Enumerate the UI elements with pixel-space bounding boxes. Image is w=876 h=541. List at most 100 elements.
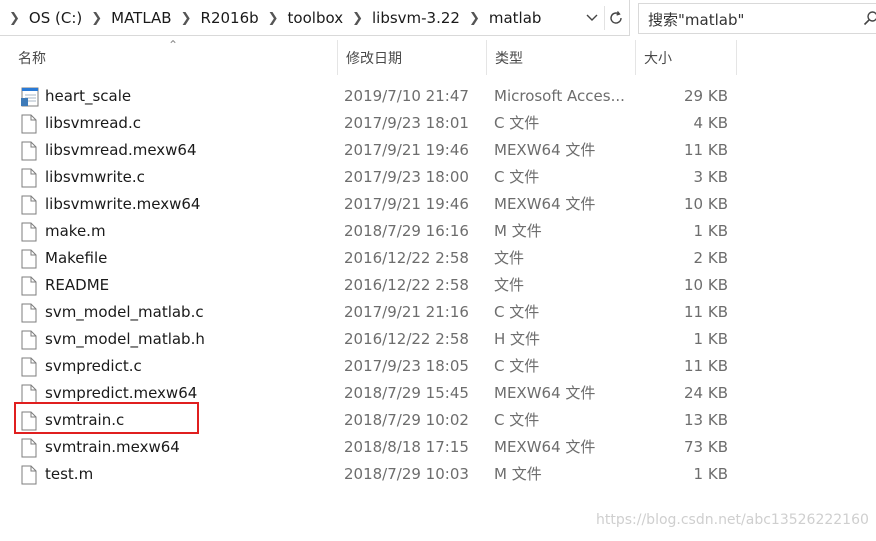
file-name: libsvmwrite.mexw64 — [45, 195, 201, 213]
chevron-right-icon[interactable]: ❯ — [172, 11, 201, 26]
file-row[interactable]: libsvmwrite.mexw64 2017/9/21 19:46 MEXW6… — [0, 191, 876, 218]
column-header-type[interactable]: 类型 — [487, 40, 636, 75]
file-row[interactable]: libsvmread.mexw64 2017/9/21 19:46 MEXW64… — [0, 137, 876, 164]
chevron-right-icon[interactable]: ❯ — [259, 11, 288, 26]
breadcrumb-r2016b[interactable]: R2016b — [201, 9, 259, 27]
file-icon — [21, 465, 37, 485]
file-row[interactable]: svm_model_matlab.c 2017/9/21 21:16 C 文件 … — [0, 299, 876, 326]
file-row[interactable]: svm_model_matlab.h 2016/12/22 2:58 H 文件 … — [0, 326, 876, 353]
file-size: 2 KB — [693, 249, 728, 267]
file-type: C 文件 — [494, 168, 540, 186]
file-icon — [21, 141, 37, 161]
refresh-icon — [610, 11, 622, 24]
file-icon — [21, 276, 37, 296]
file-name: Makefile — [45, 249, 108, 267]
file-name: libsvmread.mexw64 — [45, 141, 197, 159]
file-row[interactable]: svmtrain.mexw64 2018/8/18 17:15 MEXW64 文… — [0, 434, 876, 461]
chevron-right-icon[interactable]: ❯ — [343, 11, 372, 26]
file-size: 24 KB — [684, 384, 728, 402]
chevron-down-icon — [586, 14, 598, 21]
breadcrumb-matlab-root[interactable]: MATLAB — [111, 9, 171, 27]
file-type: M 文件 — [494, 222, 542, 240]
file-size: 10 KB — [684, 195, 728, 213]
file-icon — [21, 384, 37, 404]
breadcrumb-matlab[interactable]: matlab — [489, 9, 542, 27]
file-icon — [21, 330, 37, 350]
file-type: Microsoft Acces... — [494, 87, 625, 105]
column-header-name[interactable]: 名称 — [10, 40, 338, 75]
file-date: 2018/7/29 10:03 — [344, 465, 469, 483]
refresh-button[interactable] — [604, 6, 627, 30]
file-size: 13 KB — [684, 411, 728, 429]
file-date: 2019/7/10 21:47 — [344, 87, 469, 105]
column-header-row: ⌃ 名称 修改日期 类型 大小 — [0, 38, 876, 75]
chevron-right-icon[interactable]: ❯ — [460, 11, 489, 26]
file-size: 29 KB — [684, 87, 728, 105]
column-header-size[interactable]: 大小 — [636, 40, 737, 75]
file-row[interactable]: make.m 2018/7/29 16:16 M 文件 1 KB — [0, 218, 876, 245]
file-size: 11 KB — [684, 357, 728, 375]
file-icon — [21, 249, 37, 269]
file-date: 2017/9/21 19:46 — [344, 195, 469, 213]
file-name: test.m — [45, 465, 94, 483]
file-date: 2018/7/29 10:02 — [344, 411, 469, 429]
file-icon — [21, 114, 37, 134]
file-date: 2017/9/23 18:01 — [344, 114, 469, 132]
file-date: 2017/9/21 21:16 — [344, 303, 469, 321]
file-row[interactable]: Makefile 2016/12/22 2:58 文件 2 KB — [0, 245, 876, 272]
file-name: libsvmread.c — [45, 114, 141, 132]
column-header-date[interactable]: 修改日期 — [338, 40, 487, 75]
file-row[interactable]: libsvmread.c 2017/9/23 18:01 C 文件 4 KB — [0, 110, 876, 137]
search-box[interactable]: 搜索"matlab" — [638, 3, 876, 34]
file-size: 10 KB — [684, 276, 728, 294]
file-date: 2017/9/21 19:46 — [344, 141, 469, 159]
file-date: 2016/12/22 2:58 — [344, 276, 469, 294]
file-date: 2017/9/23 18:00 — [344, 168, 469, 186]
file-row[interactable]: README 2016/12/22 2:58 文件 10 KB — [0, 272, 876, 299]
breadcrumb: ❯ OS (C:) ❯ MATLAB ❯ R2016b ❯ toolbox ❯ … — [0, 0, 541, 36]
file-size: 4 KB — [693, 114, 728, 132]
file-date: 2016/12/22 2:58 — [344, 249, 469, 267]
file-icon — [21, 303, 37, 323]
file-icon — [21, 195, 37, 215]
file-name: svm_model_matlab.h — [45, 330, 205, 348]
address-dropdown-button[interactable] — [582, 6, 602, 30]
highlight-annotation-box — [14, 402, 199, 434]
file-row[interactable]: svmpredict.c 2017/9/23 18:05 C 文件 11 KB — [0, 353, 876, 380]
file-date: 2016/12/22 2:58 — [344, 330, 469, 348]
file-icon — [21, 222, 37, 242]
file-row[interactable]: heart_scale 2019/7/10 21:47 Microsoft Ac… — [0, 83, 876, 110]
file-size: 11 KB — [684, 141, 728, 159]
file-size: 3 KB — [693, 168, 728, 186]
file-date: 2018/8/18 17:15 — [344, 438, 469, 456]
file-date: 2018/7/29 16:16 — [344, 222, 469, 240]
file-type: MEXW64 文件 — [494, 438, 596, 456]
breadcrumb-toolbox[interactable]: toolbox — [288, 9, 344, 27]
file-type: 文件 — [494, 249, 525, 267]
file-icon — [21, 438, 37, 458]
watermark: https://blog.csdn.net/abc13526222160 — [596, 512, 869, 528]
file-name: libsvmwrite.c — [45, 168, 145, 186]
file-size: 11 KB — [684, 303, 728, 321]
breadcrumb-libsvm[interactable]: libsvm-3.22 — [372, 9, 460, 27]
file-type: C 文件 — [494, 114, 540, 132]
chevron-right-icon[interactable]: ❯ — [82, 11, 111, 26]
file-type: H 文件 — [494, 330, 541, 348]
file-row[interactable]: libsvmwrite.c 2017/9/23 18:00 C 文件 3 KB — [0, 164, 876, 191]
file-size: 73 KB — [684, 438, 728, 456]
search-icon[interactable] — [863, 10, 876, 26]
file-name: svmtrain.mexw64 — [45, 438, 180, 456]
file-type: MEXW64 文件 — [494, 195, 596, 213]
file-size: 1 KB — [693, 222, 728, 240]
chevron-right-icon[interactable]: ❯ — [0, 11, 29, 26]
file-type: MEXW64 文件 — [494, 384, 596, 402]
file-type: 文件 — [494, 276, 525, 294]
file-row[interactable]: test.m 2018/7/29 10:03 M 文件 1 KB — [0, 461, 876, 488]
breadcrumb-os-c[interactable]: OS (C:) — [29, 9, 82, 27]
search-input[interactable]: 搜索"matlab" — [648, 9, 744, 30]
file-date: 2017/9/23 18:05 — [344, 357, 469, 375]
address-bar[interactable]: ❯ OS (C:) ❯ MATLAB ❯ R2016b ❯ toolbox ❯ … — [0, 0, 630, 36]
file-type: C 文件 — [494, 411, 540, 429]
file-size: 1 KB — [693, 330, 728, 348]
file-date: 2018/7/29 15:45 — [344, 384, 469, 402]
